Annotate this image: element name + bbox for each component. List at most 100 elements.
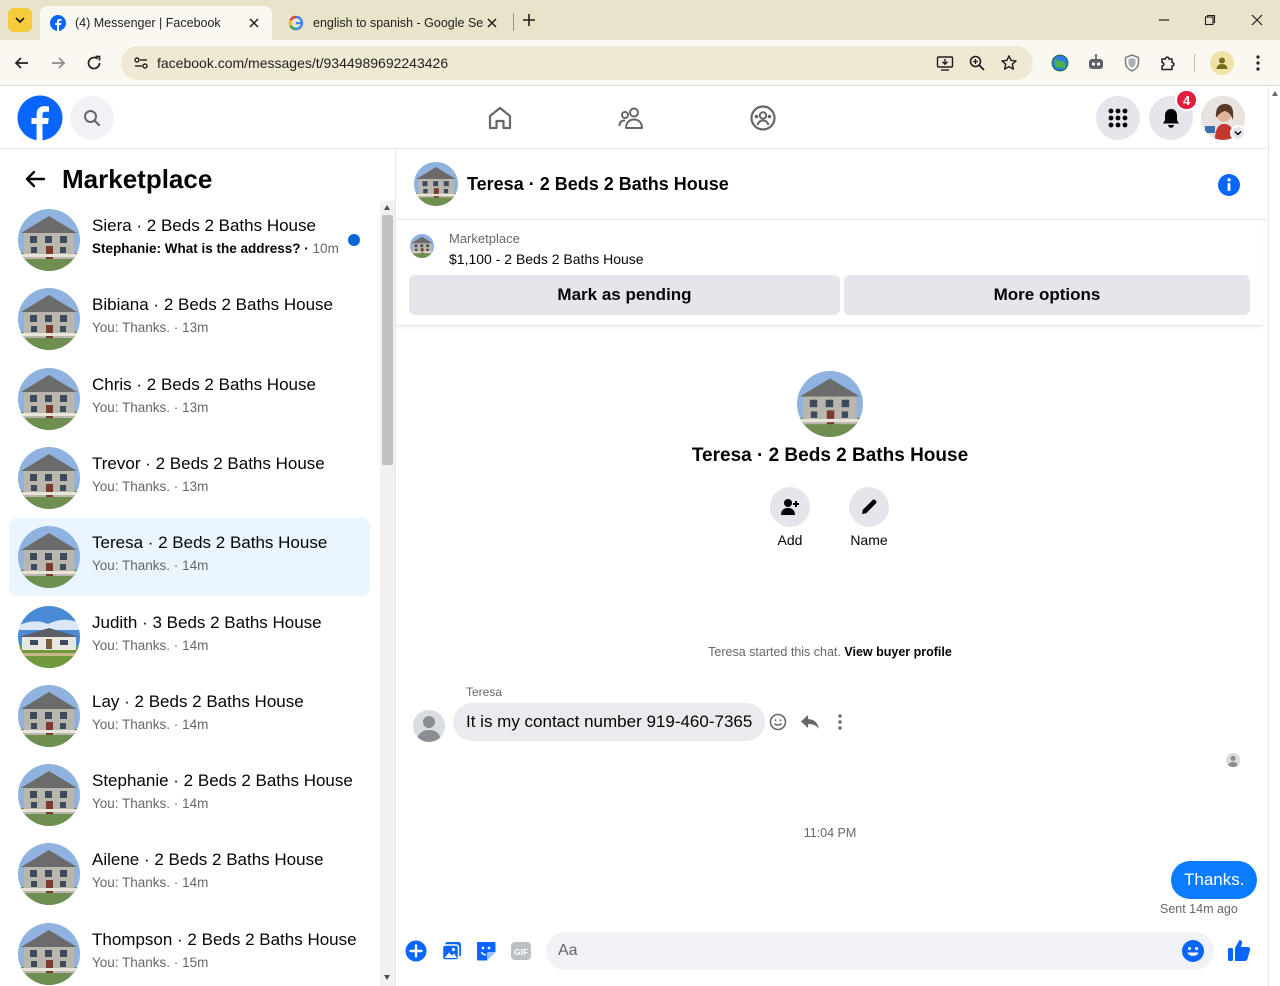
install-app-button[interactable]	[936, 54, 954, 72]
search-icon	[84, 110, 101, 127]
zoom-button[interactable]	[968, 54, 986, 72]
conversation-item[interactable]: Siera · 2 Beds 2 Baths House Stephanie: W…	[9, 201, 370, 279]
profile-button[interactable]	[1210, 51, 1234, 75]
menu-grid-button[interactable]	[1096, 96, 1140, 140]
conversation-thumbnail	[18, 764, 80, 826]
preview-text: You: Thanks. ·	[92, 320, 183, 335]
reply-icon	[801, 715, 819, 729]
toolbar-separator	[1194, 54, 1195, 72]
conversation-preview: You: Thanks. · 14m	[92, 558, 208, 573]
thumbs-up-icon	[1228, 940, 1251, 961]
edit-name-button[interactable]	[849, 487, 889, 527]
conversation-item[interactable]: Stephanie · 2 Beds 2 Baths House You: Tha…	[9, 756, 370, 834]
more-actions-button[interactable]	[404, 939, 428, 963]
emoji-icon[interactable]	[1181, 939, 1205, 963]
sender-avatar[interactable]	[413, 710, 445, 742]
scroll-down-arrow-icon[interactable]	[384, 975, 390, 980]
info-icon[interactable]	[1217, 173, 1241, 197]
globe-extension-icon	[1051, 54, 1069, 72]
back-button[interactable]	[10, 51, 34, 75]
mark-as-pending-button[interactable]: Mark as pending	[409, 275, 840, 315]
scroll-up-arrow-icon[interactable]	[1272, 91, 1278, 96]
conversation-name: Lay · 2 Beds 2 Baths House	[92, 692, 304, 711]
gif-button[interactable]: GIF	[509, 939, 533, 963]
tab-close-button[interactable]	[484, 15, 500, 31]
tab-close-button[interactable]	[246, 15, 262, 31]
nav-friends-button[interactable]	[615, 102, 647, 134]
address-bar[interactable]: facebook.com/messages/t/9344989692243426	[121, 46, 1033, 80]
conversation-item[interactable]: Ailene · 2 Beds 2 Baths House You: Thanks…	[9, 835, 370, 913]
sidebar-scrollbar[interactable]	[380, 201, 395, 986]
message-more-button[interactable]	[829, 711, 851, 733]
site-settings-icon[interactable]	[133, 55, 149, 71]
back-button[interactable]	[20, 164, 50, 194]
preview-text: You: Thanks. ·	[92, 479, 183, 494]
conversation-preview: You: Thanks. · 14m	[92, 717, 208, 732]
page-scrollbar[interactable]	[1268, 87, 1280, 986]
conversation-item[interactable]: Judith · 3 Beds 2 Baths House You: Thanks…	[9, 598, 370, 676]
reply-button[interactable]	[799, 711, 821, 733]
message-input[interactable]	[558, 941, 1158, 961]
sticker-button[interactable]	[474, 939, 498, 963]
send-like-button[interactable]	[1226, 937, 1252, 963]
reload-button[interactable]	[82, 51, 106, 75]
star-icon	[1001, 55, 1017, 70]
browser-menu-button[interactable]	[1248, 53, 1268, 73]
facebook-search-button[interactable]	[70, 96, 114, 140]
conversation-item[interactable]: Teresa · 2 Beds 2 Baths House You: Thanks…	[9, 518, 370, 596]
preview-text: You: Thanks. ·	[92, 558, 183, 573]
zoom-icon	[969, 55, 985, 71]
forward-button[interactable]	[46, 51, 70, 75]
incoming-message-bubble[interactable]: It is my contact number 919-460-7365	[453, 703, 766, 741]
nav-home-button[interactable]	[484, 102, 516, 134]
react-button[interactable]	[767, 711, 789, 733]
attach-photo-button[interactable]	[440, 939, 464, 963]
close-window-button[interactable]	[1247, 10, 1267, 30]
pencil-icon	[862, 499, 877, 514]
account-menu-button[interactable]	[1230, 125, 1246, 141]
listing-title[interactable]: $1,100 - 2 Beds 2 Baths House	[449, 251, 644, 267]
extensions-menu-button[interactable]	[1158, 53, 1178, 73]
listing-thumbnail[interactable]	[410, 234, 434, 258]
tab-google-search[interactable]: english to spanish - Google Sea	[278, 6, 510, 40]
bookmark-button[interactable]	[1000, 54, 1018, 72]
extension-robot-button[interactable]	[1086, 53, 1106, 73]
unread-indicator	[348, 234, 360, 246]
restore-button[interactable]	[1200, 10, 1220, 30]
minimize-button[interactable]	[1154, 10, 1174, 30]
default-avatar-icon	[413, 710, 445, 742]
extension-shield-button[interactable]	[1122, 53, 1142, 73]
conversation-item[interactable]: Bibiana · 2 Beds 2 Baths House You: Thank…	[9, 280, 370, 358]
friends-icon	[618, 107, 643, 129]
add-person-icon	[781, 499, 799, 515]
add-people-button[interactable]	[770, 487, 810, 527]
conversation-item[interactable]: Chris · 2 Beds 2 Baths House You: Thanks.…	[9, 360, 370, 438]
tab-messenger[interactable]: (4) Messenger | Facebook	[40, 6, 272, 40]
add-label: Add	[777, 532, 803, 548]
scroll-up-arrow-icon[interactable]	[384, 205, 390, 210]
close-icon	[1251, 14, 1263, 26]
tab-search-button[interactable]	[8, 8, 32, 32]
conversation-preview: You: Thanks. · 13m	[92, 479, 208, 494]
plus-icon	[523, 14, 535, 26]
conversation-item[interactable]: Lay · 2 Beds 2 Baths House You: Thanks. ·…	[9, 677, 370, 755]
more-options-button[interactable]: More options	[844, 275, 1250, 315]
new-tab-button[interactable]	[519, 10, 539, 30]
conversation-sidebar: Marketplace Siera · 2 Beds 2 Baths House…	[0, 150, 396, 986]
view-buyer-profile-link[interactable]: View buyer profile	[844, 645, 951, 659]
nav-groups-button[interactable]	[747, 102, 779, 134]
chat-profile-avatar[interactable]	[797, 371, 863, 437]
chat-title[interactable]: Teresa · 2 Beds 2 Baths House	[467, 174, 729, 195]
conversation-thumbnail	[18, 447, 80, 509]
extension-globe-button[interactable]	[1050, 53, 1070, 73]
outgoing-message-bubble[interactable]: Thanks.	[1171, 861, 1258, 899]
house-listing-thumbnail	[18, 843, 80, 905]
conversation-item[interactable]: Trevor · 2 Beds 2 Baths House You: Thanks…	[9, 439, 370, 517]
chat-avatar[interactable]	[414, 162, 458, 206]
chat-started-text: Teresa started this chat.	[708, 645, 841, 659]
preview-time: 14m	[182, 558, 209, 573]
facebook-logo-icon[interactable]	[17, 95, 63, 141]
marketplace-listing-card: Marketplace $1,100 - 2 Beds 2 Baths Hous…	[397, 221, 1263, 326]
scrollbar-thumb[interactable]	[382, 215, 393, 465]
conversation-item[interactable]: Thompson · 2 Beds 2 Baths House You: Than…	[9, 915, 370, 986]
